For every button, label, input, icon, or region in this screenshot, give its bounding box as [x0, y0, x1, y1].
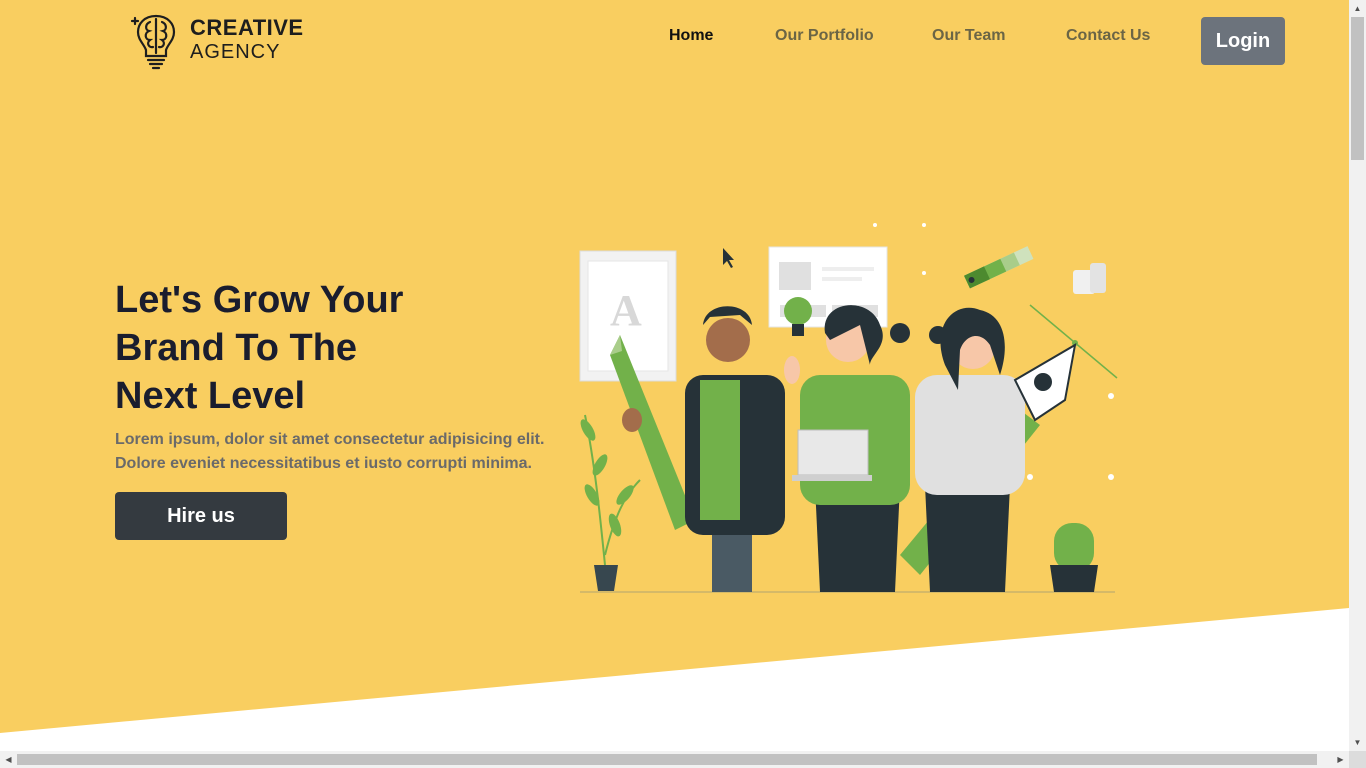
person-woman-pen-illustration	[915, 307, 1025, 592]
thumbs-up-illustration	[1073, 263, 1106, 294]
vertical-scroll-thumb[interactable]	[1351, 17, 1364, 160]
page: CREATIVE AGENCY Home Our Portfolio Our T…	[0, 0, 1349, 751]
hero-title-line: Brand To The	[115, 327, 358, 369]
vertical-scrollbar[interactable]: ▲ ▼	[1349, 0, 1366, 751]
nav-link-contact[interactable]: Contact Us	[1066, 27, 1150, 45]
hero-title: Let's Grow Your Brand To The Next Level	[115, 276, 403, 420]
horizontal-scroll-thumb[interactable]	[17, 754, 1317, 765]
team-illustration: A	[579, 223, 1118, 593]
scroll-down-arrow-icon[interactable]: ▼	[1349, 734, 1366, 751]
horizontal-scrollbar[interactable]: ◀ ▶	[0, 751, 1349, 768]
plant-left-illustration	[580, 414, 641, 591]
scroll-up-arrow-icon[interactable]: ▲	[1349, 0, 1366, 17]
cactus-illustration	[1050, 523, 1098, 592]
main-nav: Home Our Portfolio Our Team Contact Us	[0, 27, 1349, 47]
nav-link-portfolio[interactable]: Our Portfolio	[775, 27, 874, 45]
svg-text:A: A	[610, 286, 642, 335]
login-button[interactable]: Login	[1201, 17, 1285, 65]
color-swatch-illustration	[964, 246, 1034, 289]
hero-title-line: Let's Grow Your	[115, 279, 404, 321]
nav-link-team[interactable]: Our Team	[932, 27, 1006, 45]
hero-description-line: Dolore eveniet necessitatibus et iusto c…	[115, 455, 532, 472]
nav-link-home[interactable]: Home	[669, 27, 713, 45]
person-woman-laptop-illustration	[784, 305, 910, 592]
scroll-right-arrow-icon[interactable]: ▶	[1332, 751, 1349, 768]
scrollbar-corner	[1349, 751, 1366, 768]
hero-description-line: Lorem ipsum, dolor sit amet consectetur …	[115, 431, 545, 448]
hero-title-line: Next Level	[115, 375, 306, 417]
hero-description: Lorem ipsum, dolor sit amet consectetur …	[115, 428, 544, 476]
scroll-left-arrow-icon[interactable]: ◀	[0, 751, 17, 768]
hire-us-button[interactable]: Hire us	[115, 492, 287, 540]
